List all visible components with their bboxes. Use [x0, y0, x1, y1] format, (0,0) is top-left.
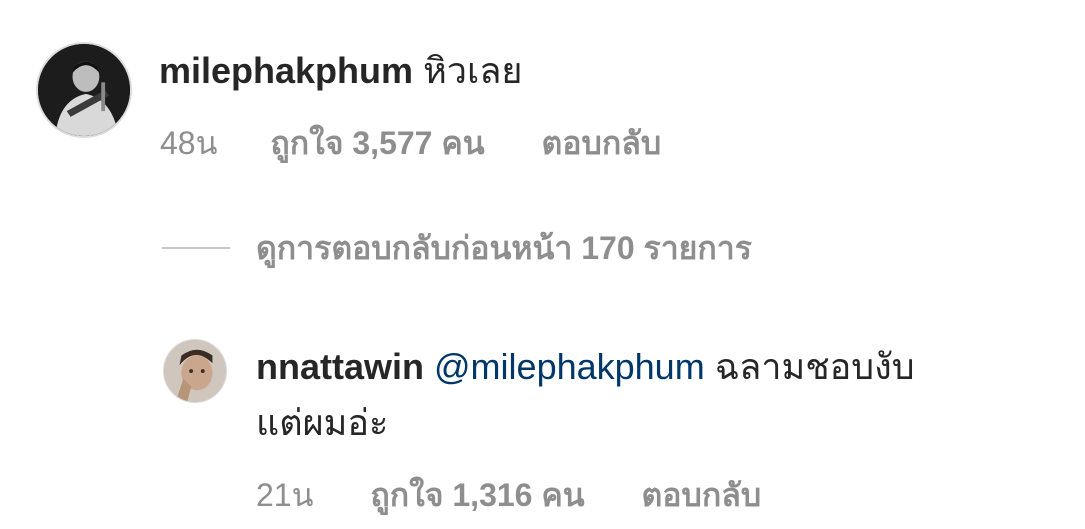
avatar-nnattawin[interactable] — [163, 339, 227, 403]
avatar-image — [38, 44, 130, 136]
view-previous-replies[interactable]: ดูการตอบกลับก่อนหน้า 170 รายการ — [162, 226, 752, 270]
view-replies-label: ดูการตอบกลับก่อนหน้า 170 รายการ — [256, 229, 752, 266]
comment-timestamp: 48น — [160, 125, 218, 161]
comment-body: หิวเลย — [423, 50, 523, 91]
reply-text-line-2: แต่ผมอ่ะ — [256, 394, 388, 452]
avatar-image — [164, 340, 226, 402]
reply-timestamp: 21น — [256, 477, 314, 513]
reply-meta: 21น ถูกใจ 1,316 คน ตอบกลับ — [256, 470, 761, 521]
reply-mention[interactable]: @milephakphum — [434, 346, 705, 387]
comment-text: milephakphum หิวเลย — [159, 42, 522, 100]
reply-body-2: แต่ผมอ่ะ — [256, 402, 389, 443]
avatar-milephakphum[interactable] — [36, 42, 132, 138]
replies-divider — [162, 247, 230, 249]
reply-text-line-1: nnattawin @milephakphum ฉลามชอบงับ — [256, 338, 915, 396]
comment-username[interactable]: milephakphum — [159, 50, 413, 91]
comment-reply-button[interactable]: ตอบกลับ — [542, 118, 662, 169]
comment-likes[interactable]: ถูกใจ 3,577 คน — [270, 118, 484, 169]
reply-username[interactable]: nnattawin — [256, 346, 424, 387]
reply-body-1: ฉลามชอบงับ — [714, 346, 915, 387]
reply-likes[interactable]: ถูกใจ 1,316 คน — [370, 470, 584, 521]
comment-meta: 48น ถูกใจ 3,577 คน ตอบกลับ — [160, 118, 661, 169]
reply-reply-button[interactable]: ตอบกลับ — [642, 470, 762, 521]
